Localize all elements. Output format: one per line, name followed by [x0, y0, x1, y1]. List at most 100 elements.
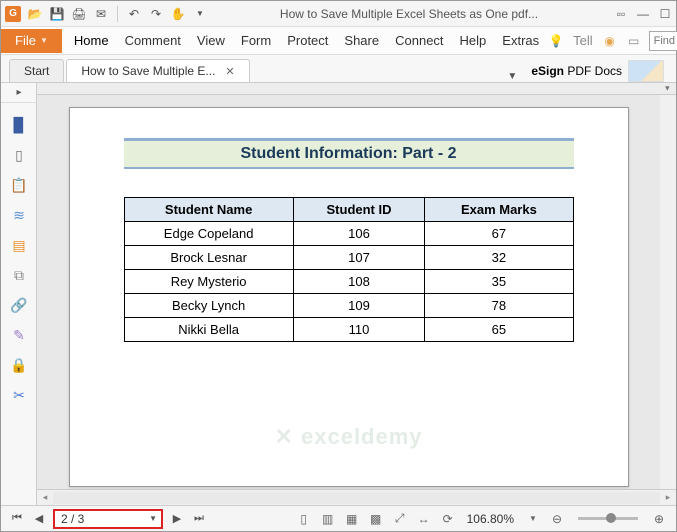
- layers-icon[interactable]: ≋: [9, 205, 29, 225]
- attachments-icon[interactable]: ⧉: [9, 265, 29, 285]
- scroll-left-icon[interactable]: ◂: [37, 492, 53, 503]
- notification-icon[interactable]: ◉: [601, 32, 619, 50]
- menu-bar: File▼ Home Comment View Form Protect Sha…: [1, 27, 676, 55]
- email-icon[interactable]: ✉: [93, 6, 109, 22]
- file-menu[interactable]: File▼: [1, 29, 62, 53]
- qat-dropdown-icon[interactable]: ▼: [192, 6, 208, 22]
- zoom-slider[interactable]: [578, 517, 638, 520]
- chevron-down-icon: ▼: [149, 514, 157, 523]
- table-cell: 78: [425, 294, 573, 318]
- menu-protect[interactable]: Protect: [279, 29, 336, 52]
- panel-collapse-icon[interactable]: ▸: [662, 86, 673, 91]
- menu-form[interactable]: Form: [233, 29, 279, 52]
- table-cell: 110: [293, 318, 425, 342]
- menu-comment[interactable]: Comment: [117, 29, 189, 52]
- redact-icon[interactable]: ✂: [9, 385, 29, 405]
- table-cell: 32: [425, 246, 573, 270]
- open-icon[interactable]: 📂: [27, 6, 43, 22]
- tabs-overflow-icon[interactable]: ▼: [507, 71, 517, 82]
- first-page-button[interactable]: ⏮: [9, 511, 25, 527]
- security-icon[interactable]: 🔒: [9, 355, 29, 375]
- redo-icon[interactable]: ↷: [148, 6, 164, 22]
- table-cell: 108: [293, 270, 425, 294]
- table-cell: 67: [425, 222, 573, 246]
- table-cell: 106: [293, 222, 425, 246]
- comments-icon[interactable]: ▤: [9, 235, 29, 255]
- print-icon[interactable]: 🖨: [71, 6, 87, 22]
- doc-top-strip: ▸: [37, 83, 676, 95]
- signature-icon[interactable]: ✎: [9, 325, 29, 345]
- student-table: Student Name Student ID Exam Marks Edge …: [124, 197, 574, 342]
- esign-image-icon: [628, 60, 664, 82]
- find-input[interactable]: [649, 31, 677, 51]
- fit-width-icon[interactable]: ↔: [415, 510, 433, 528]
- view-facing-icon[interactable]: ▦: [343, 510, 361, 528]
- scroll-track[interactable]: [53, 492, 660, 504]
- tab-start[interactable]: Start: [9, 59, 64, 82]
- document-tab-bar: Start How to Save Multiple E... ✕ ▼ eSig…: [1, 55, 676, 83]
- undo-icon[interactable]: ↶: [126, 6, 142, 22]
- next-page-button[interactable]: ▶: [169, 511, 185, 527]
- thumbnails-icon[interactable]: ▯: [9, 145, 29, 165]
- menu-extras[interactable]: Extras: [494, 29, 547, 52]
- esign-promo[interactable]: eSign PDF Docs: [531, 60, 668, 82]
- view-single-icon[interactable]: ▯: [295, 510, 313, 528]
- table-cell: 35: [425, 270, 573, 294]
- table-row: Becky Lynch10978: [124, 294, 573, 318]
- app-logo-icon: G: [5, 6, 21, 22]
- side-panel-toggle-icon[interactable]: ▸: [1, 83, 37, 103]
- document-canvas[interactable]: Student Information: Part - 2 Student Na…: [37, 95, 660, 489]
- menu-help[interactable]: Help: [452, 29, 495, 52]
- folder-icon[interactable]: ▭: [625, 32, 643, 50]
- close-tab-icon[interactable]: ✕: [225, 65, 234, 78]
- zoom-level[interactable]: 106.80%: [467, 512, 514, 526]
- save-icon[interactable]: 💾: [49, 6, 65, 22]
- horizontal-scrollbar[interactable]: ◂ ▸: [37, 489, 676, 505]
- doc-scroll-row: Student Information: Part - 2 Student Na…: [37, 95, 676, 489]
- lightbulb-icon[interactable]: 💡: [547, 32, 565, 50]
- last-page-button[interactable]: ⏭: [191, 511, 207, 527]
- menubar-right: 💡 Tell ◉ ▭: [547, 29, 677, 52]
- app-window: G 📂 💾 🖨 ✉ ↶ ↷ ✋ ▼ How to Save Multiple E…: [0, 0, 677, 532]
- view-facing-continuous-icon[interactable]: ▩: [367, 510, 385, 528]
- bookmark-icon[interactable]: ▉: [9, 115, 29, 135]
- prev-page-button[interactable]: ◀: [31, 511, 47, 527]
- pdf-page: Student Information: Part - 2 Student Na…: [69, 107, 629, 487]
- menu-home[interactable]: Home: [66, 29, 117, 52]
- window-controls: ▫▫ — ☐: [614, 7, 672, 21]
- fit-page-icon[interactable]: ⤢: [391, 510, 409, 528]
- rotate-icon[interactable]: ⟳: [439, 510, 457, 528]
- watermark: ✕ exceldemy: [274, 424, 422, 450]
- minimize-icon[interactable]: —: [636, 7, 650, 21]
- document-area: ▸ Student Information: Part - 2 Student …: [37, 83, 676, 505]
- table-row: Rey Mysterio10835: [124, 270, 573, 294]
- links-icon[interactable]: 🔗: [9, 295, 29, 315]
- clipboard-icon[interactable]: 📋: [9, 175, 29, 195]
- menu-share[interactable]: Share: [336, 29, 387, 52]
- table-cell: Brock Lesnar: [124, 246, 293, 270]
- ribbon-toggle-icon[interactable]: ▫▫: [614, 7, 628, 21]
- col-header: Student ID: [293, 198, 425, 222]
- menu-connect[interactable]: Connect: [387, 29, 451, 52]
- tell-me[interactable]: Tell: [571, 29, 595, 52]
- page-heading: Student Information: Part - 2: [124, 138, 574, 169]
- vertical-scrollbar[interactable]: [660, 95, 676, 489]
- file-menu-label: File: [15, 33, 36, 48]
- page-number-field[interactable]: 2 / 3 ▼: [53, 509, 163, 529]
- side-panel-items: ▉ ▯ 📋 ≋ ▤ ⧉ 🔗 ✎ 🔒 ✂: [1, 111, 37, 405]
- table-cell: Edge Copeland: [124, 222, 293, 246]
- col-header: Exam Marks: [425, 198, 573, 222]
- table-row: Edge Copeland10667: [124, 222, 573, 246]
- zoom-slider-thumb[interactable]: [606, 513, 616, 523]
- maximize-icon[interactable]: ☐: [658, 7, 672, 21]
- zoom-in-button[interactable]: ⊕: [650, 510, 668, 528]
- hand-icon[interactable]: ✋: [170, 6, 186, 22]
- zoom-dropdown-icon[interactable]: ▼: [524, 510, 542, 528]
- scroll-right-icon[interactable]: ▸: [660, 492, 676, 503]
- table-cell: 65: [425, 318, 573, 342]
- zoom-out-button[interactable]: ⊖: [548, 510, 566, 528]
- tab-document[interactable]: How to Save Multiple E... ✕: [66, 59, 249, 82]
- separator: [117, 6, 118, 22]
- menu-view[interactable]: View: [189, 29, 233, 52]
- view-continuous-icon[interactable]: ▥: [319, 510, 337, 528]
